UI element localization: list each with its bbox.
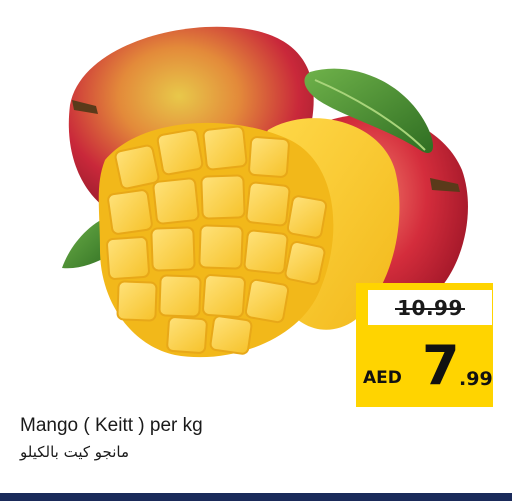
old-price-box: 10.99 [368,290,492,325]
old-price: 10.99 [395,295,465,320]
currency-label: AED [363,368,402,388]
price-decimal: .99 [459,368,493,390]
product-name-arabic: مانجو كيت بالكيلو [20,443,129,461]
product-name-english: Mango ( Keitt ) per kg [20,415,203,436]
bottom-bar [0,493,512,501]
price-integer: 7 [422,334,460,397]
product-card[interactable]: 10.99 AED 7 .99 Mango ( Keitt ) per kg م… [0,0,512,501]
